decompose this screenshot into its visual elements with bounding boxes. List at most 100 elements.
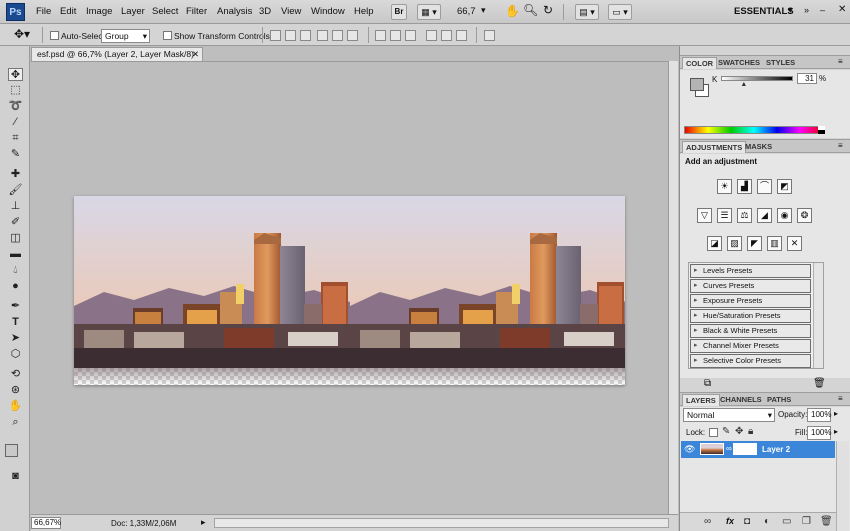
eyedropper-tool-icon[interactable]: ✎ (8, 148, 23, 161)
preset-hue-saturation[interactable]: Hue/Saturation Presets (690, 309, 811, 323)
trash-icon[interactable]: 🗑︎ (813, 378, 826, 389)
gradient-map-icon[interactable]: ▥ (767, 236, 782, 251)
clip-to-layer-icon[interactable]: ⧉ (704, 378, 711, 389)
menu-analysis[interactable]: Analysis (217, 6, 252, 17)
crop-tool-icon[interactable]: ⌗ (8, 132, 23, 145)
preset-exposure[interactable]: Exposure Presets (690, 294, 811, 308)
auto-align-icon[interactable] (484, 30, 495, 41)
bridge-button[interactable]: Br (391, 4, 407, 20)
align-hcenter-icon[interactable] (332, 30, 343, 41)
new-adjustment-layer-icon[interactable]: ◐ (764, 516, 770, 527)
preset-selective-color[interactable]: Selective Color Presets (690, 354, 811, 368)
color-balance-icon[interactable]: ⚖ (737, 208, 752, 223)
3d-orbit-tool-icon[interactable]: ⊛ (8, 384, 23, 397)
delete-layer-icon[interactable]: 🗑︎ (820, 516, 833, 527)
blur-tool-icon[interactable]: 💧︎ (8, 264, 23, 277)
foreground-color-swatch[interactable] (5, 444, 18, 457)
new-group-icon[interactable]: ▭ (782, 516, 791, 527)
menu-help[interactable]: Help (354, 6, 374, 17)
minimize-icon[interactable]: – (820, 5, 825, 15)
distribute-left-icon[interactable] (426, 30, 437, 41)
distribute-hcenter-icon[interactable] (441, 30, 452, 41)
hand-icon[interactable]: ✋ (505, 4, 520, 18)
link-layers-icon[interactable]: ∞ (704, 516, 711, 527)
chain-link-icon[interactable]: ∞ (726, 444, 732, 453)
menu-3d[interactable]: 3D (259, 6, 271, 17)
align-bottom-icon[interactable] (300, 30, 311, 41)
panel-menu-icon[interactable]: ≡ (838, 57, 843, 66)
opacity-arrow-icon[interactable]: ▸ (834, 409, 838, 418)
slider-thumb-icon[interactable]: ▲ (740, 81, 747, 88)
healing-brush-tool-icon[interactable]: ✚ (8, 168, 23, 181)
path-select-tool-icon[interactable]: ➤ (8, 332, 23, 345)
marquee-tool-icon[interactable]: ⬚ (8, 84, 23, 97)
align-vcenter-icon[interactable] (285, 30, 296, 41)
close-tab-icon[interactable]: ✕ (192, 48, 199, 61)
move-tool-preset-icon[interactable]: ✥▾ (14, 27, 30, 41)
zoom-tool-icon[interactable]: ⌕ (8, 416, 23, 429)
align-right-icon[interactable] (347, 30, 358, 41)
vibrance-icon[interactable]: ▽ (697, 208, 712, 223)
tab-masks[interactable]: MASKS (742, 141, 775, 153)
blend-mode-dropdown[interactable]: Normal ▾ (683, 408, 775, 422)
zoom-level[interactable]: 66,7 (457, 6, 476, 17)
k-slider-track[interactable] (721, 76, 793, 81)
presets-scrollbar[interactable] (813, 263, 823, 368)
horizontal-scrollbar[interactable] (214, 518, 669, 528)
brush-tool-icon[interactable]: 🖌︎ (8, 184, 23, 197)
document-canvas-image[interactable] (74, 196, 625, 385)
preset-channel-mixer[interactable]: Channel Mixer Presets (690, 339, 811, 353)
3d-rotate-tool-icon[interactable]: ⟲ (8, 368, 23, 381)
tab-styles[interactable]: STYLES (763, 57, 798, 69)
close-icon[interactable]: ✕ (838, 4, 846, 15)
workspace-chevron-icon[interactable]: ▾ (788, 5, 793, 16)
distribute-bottom-icon[interactable] (405, 30, 416, 41)
workspace-switcher[interactable]: ESSENTIALS (734, 6, 794, 17)
eraser-tool-icon[interactable]: ◫ (8, 232, 23, 245)
color-foreground-swatch[interactable] (690, 78, 704, 91)
document-tab[interactable]: esf.psd @ 66,7% (Layer 2, Layer Mask/8) ✕ (31, 47, 203, 61)
transform-controls-checkbox[interactable] (163, 31, 172, 40)
lock-all-icon[interactable]: 🔒︎ (748, 426, 753, 437)
fill-field[interactable]: 100% (807, 426, 831, 440)
panel-menu-icon[interactable]: ≡ (838, 141, 843, 150)
screen-mode-button[interactable]: ▭ ▾ (608, 4, 632, 20)
panel-menu-icon[interactable]: ≡ (838, 394, 843, 403)
photo-filter-icon[interactable]: ◉ (777, 208, 792, 223)
levels-icon[interactable]: ▟ (737, 179, 752, 194)
opacity-field[interactable]: 100% (807, 408, 831, 422)
posterize-icon[interactable]: ▨ (727, 236, 742, 251)
more-workspaces-icon[interactable]: » (804, 5, 809, 15)
lasso-tool-icon[interactable]: ➰ (8, 100, 23, 113)
pen-tool-icon[interactable]: ✒ (8, 300, 23, 313)
preset-levels[interactable]: Levels Presets (690, 264, 811, 278)
arrange-documents-button[interactable]: ▤ ▾ (575, 4, 599, 20)
invert-icon[interactable]: ◪ (707, 236, 722, 251)
color-spectrum-ramp[interactable] (684, 126, 824, 134)
zoom-dropdown-icon[interactable]: ▾ (481, 5, 486, 16)
fill-arrow-icon[interactable]: ▸ (834, 427, 838, 436)
quick-select-tool-icon[interactable]: ⁄ (8, 116, 23, 129)
tab-channels[interactable]: CHANNELS (717, 394, 765, 406)
tab-color[interactable]: COLOR (682, 57, 718, 69)
extras-button[interactable]: ▦ ▾ (417, 4, 441, 20)
curves-icon[interactable]: ⌒ (757, 179, 772, 194)
type-tool-icon[interactable]: T (8, 316, 23, 329)
new-layer-icon[interactable]: ❐ (802, 516, 811, 527)
layer-style-button[interactable]: fx (726, 516, 734, 526)
dodge-tool-icon[interactable]: ● (8, 280, 23, 293)
shape-tool-icon[interactable]: ⬡ (8, 348, 23, 361)
add-mask-icon[interactable]: ◘ (744, 516, 750, 527)
align-left-icon[interactable] (317, 30, 328, 41)
threshold-icon[interactable]: ◤ (747, 236, 762, 251)
black-white-icon[interactable]: ◢ (757, 208, 772, 223)
distribute-top-icon[interactable] (375, 30, 386, 41)
vertical-scrollbar[interactable] (668, 61, 678, 514)
hue-saturation-icon[interactable]: ☰ (717, 208, 732, 223)
gradient-tool-icon[interactable]: ▬ (8, 248, 23, 261)
menu-select[interactable]: Select (152, 6, 178, 17)
layers-scrollbar[interactable] (836, 441, 849, 531)
status-zoom-field[interactable]: 66,67% (31, 517, 61, 529)
menu-edit[interactable]: Edit (60, 6, 76, 17)
menu-image[interactable]: Image (86, 6, 112, 17)
